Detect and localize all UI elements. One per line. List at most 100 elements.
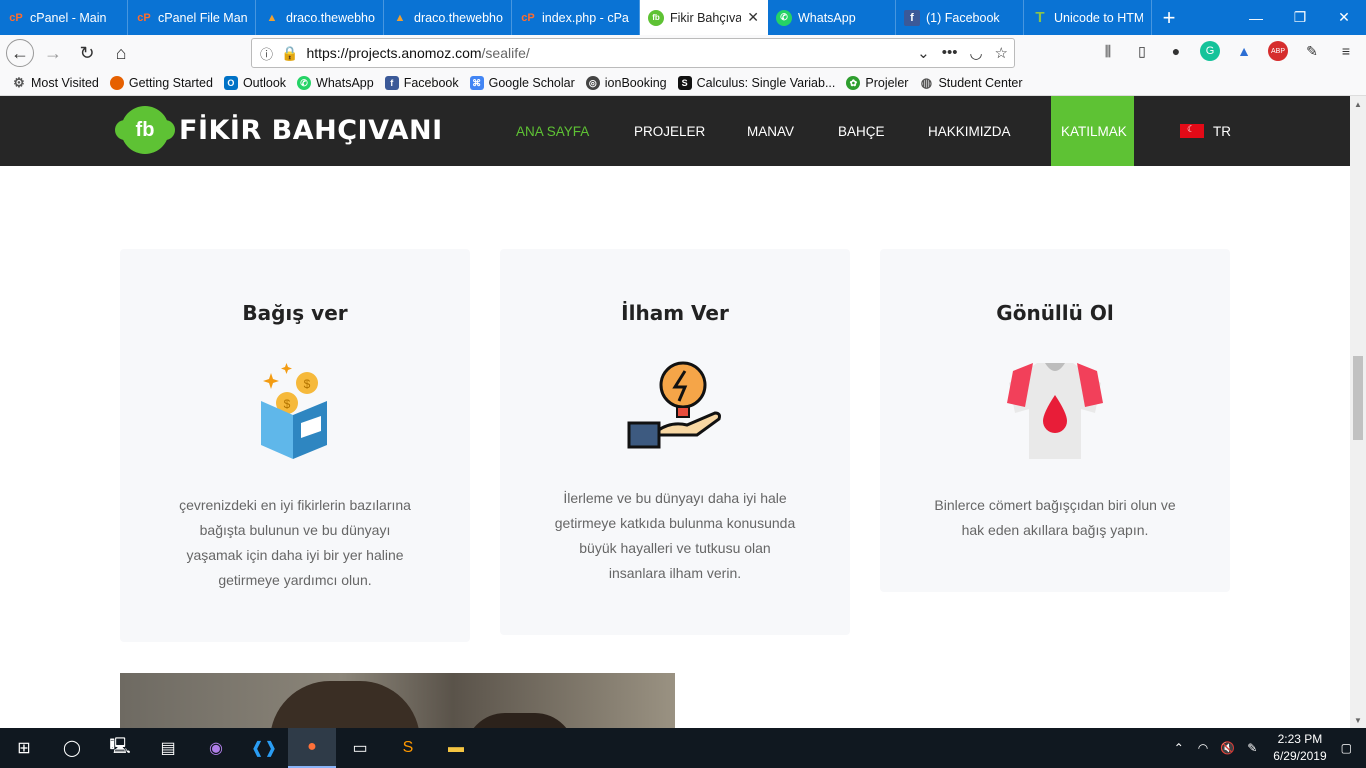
scroll-down-arrow-icon[interactable]: ▼ (1350, 712, 1366, 728)
scholar-icon: ⌘ (469, 76, 484, 90)
main-navigation: ANA SAYFA PROJELER MANAV BAHÇE HAKKIMIZD… (0, 96, 1350, 166)
paint-icon[interactable]: ✎ (1302, 41, 1322, 61)
whatsapp-icon: ✆ (776, 9, 792, 26)
nav-ana-sayfa[interactable]: ANA SAYFA (516, 96, 589, 166)
bookmark-whatsapp[interactable]: ✆ WhatsApp (297, 76, 374, 90)
nav-projeler[interactable]: PROJELER (634, 96, 705, 166)
card-gonullu-ol: Gönüllü Ol Binlerce cömert bağışçıdan bi… (880, 249, 1230, 592)
bookmark-google-scholar[interactable]: ⌘ Google Scholar (469, 76, 575, 90)
grammarly-icon[interactable]: G (1200, 41, 1220, 61)
lock-icon: 🔒 (281, 44, 299, 61)
minimize-button[interactable]: — (1234, 0, 1278, 35)
close-window-button[interactable]: ✕ (1322, 0, 1366, 35)
clock[interactable]: 2:23 PM 6/29/2019 (1273, 731, 1326, 765)
windows-taskbar: ⊞ ◯ 🖳 ▤ ◉ ❰❱ ● ▭ S ▬ ⌃ ◠ 🔇 ✎ 2:23 PM 6/2… (0, 728, 1366, 768)
card-title: Bağış ver (242, 301, 348, 325)
site-header: fb FİKİR BAHÇIVANI ANA SAYFA PROJELER MA… (0, 96, 1350, 166)
volume-muted-icon[interactable]: 🔇 (1220, 741, 1235, 755)
nav-hakkimizda[interactable]: HAKKIMIZDA (928, 96, 1011, 166)
menu-icon[interactable]: ≡ (1336, 41, 1356, 61)
windows-start-icon[interactable]: ⊞ (0, 728, 48, 768)
firefox-taskbar-icon[interactable]: ● (288, 728, 336, 768)
bookmark-outlook[interactable]: O Outlook (223, 76, 286, 90)
scrollbar-thumb[interactable] (1353, 356, 1363, 440)
extension-hat-icon[interactable]: ▲ (1234, 41, 1254, 61)
library-icon[interactable]: ⫼ (1098, 41, 1118, 61)
browser-navigation-bar: ← → ↻ ⌂ ⓘ 🔒 https://projects.anomoz.com /… (0, 35, 1366, 71)
url-host: https://projects.anomoz.com (306, 45, 482, 61)
window-controls: — ❐ ✕ (1234, 0, 1366, 35)
restore-button[interactable]: ❐ (1278, 0, 1322, 35)
bookmark-star-icon[interactable]: ☆ (995, 44, 1008, 62)
vscode-icon[interactable]: ❰❱ (240, 728, 288, 768)
volunteers-photo (120, 673, 675, 728)
card-title: İlham Ver (621, 301, 729, 325)
idea-bulb-hand-icon (627, 361, 723, 453)
forward-button[interactable]: → (38, 38, 68, 68)
page-viewport: fb FİKİR BAHÇIVANI ANA SAYFA PROJELER MA… (0, 96, 1350, 728)
tab-whatsapp[interactable]: ✆ WhatsApp (768, 0, 896, 35)
tab-cpanel-file-manager[interactable]: cP cPanel File Mana (128, 0, 256, 35)
turkey-flag-icon (1180, 124, 1204, 138)
address-bar[interactable]: ⓘ 🔒 https://projects.anomoz.com/sealife/… (251, 38, 1015, 68)
back-button[interactable]: ← (6, 39, 34, 67)
tab-index-php[interactable]: cP index.php - cPa (512, 0, 640, 35)
card-description: İlerleme ve bu dünyayı daha iyi hale get… (554, 490, 796, 581)
tab-unicode-to-html[interactable]: T Unicode to HTM (1024, 0, 1152, 35)
system-tray: ⌃ ◠ 🔇 ✎ 2:23 PM 6/29/2019 ▢ (1166, 728, 1366, 768)
account-icon[interactable]: ● (1166, 41, 1186, 61)
sidebar-icon[interactable]: ▯ (1132, 41, 1152, 61)
nav-katilmak-button[interactable]: KATILMAK (1051, 96, 1134, 166)
page-scrollbar[interactable]: ▲ ▼ (1350, 96, 1366, 728)
url-path: /sealife/ (481, 45, 530, 61)
reload-button[interactable]: ↻ (72, 38, 102, 68)
tab-facebook[interactable]: f (1) Facebook (896, 0, 1024, 35)
tab-draco-2[interactable]: ▲ draco.thewebho (384, 0, 512, 35)
page-actions-icon[interactable]: ••• (942, 44, 958, 62)
tab-cpanel-main[interactable]: cP cPanel - Main (0, 0, 128, 35)
card-description: çevrenizdeki en iyi fikirlerin bazıların… (179, 497, 411, 588)
unicode-icon: T (1035, 9, 1045, 26)
bookmark-student-center[interactable]: ◍ Student Center (919, 75, 1023, 90)
language-selector[interactable]: TR (1180, 96, 1231, 166)
bookmark-facebook[interactable]: f Facebook (384, 76, 459, 90)
chevron-up-icon[interactable]: ⌃ (1174, 741, 1184, 755)
cortana-search-icon[interactable]: ◯ (48, 728, 96, 768)
wifi-icon[interactable]: ◠ (1198, 741, 1208, 755)
info-icon[interactable]: ⓘ (260, 44, 273, 63)
tab-fikir-bahcivani[interactable]: fb Fikir Bahçıvan ✕ (640, 0, 768, 35)
close-tab-icon[interactable]: ✕ (747, 9, 759, 26)
draco-icon: ▲ (394, 11, 406, 24)
control-panel-icon[interactable]: ▤ (144, 728, 192, 768)
card-description: Binlerce cömert bağışçıdan biri olun ve … (934, 497, 1176, 538)
bookmark-getting-started[interactable]: Getting Started (109, 76, 213, 90)
bookmark-ionbooking[interactable]: ◎ ionBooking (585, 76, 667, 90)
nav-manav[interactable]: MANAV (747, 96, 794, 166)
browser-tab-strip: cP cPanel - Main cP cPanel File Mana ▲ d… (0, 0, 1366, 35)
github-desktop-icon[interactable]: ◉ (192, 728, 240, 768)
pen-icon[interactable]: ✎ (1247, 741, 1257, 755)
adblock-icon[interactable]: ABP (1268, 41, 1288, 61)
svg-text:$: $ (284, 397, 291, 411)
fikir-icon: fb (648, 9, 664, 26)
tab-draco-1[interactable]: ▲ draco.thewebho (256, 0, 384, 35)
bookmark-projeler[interactable]: ✿ Projeler (846, 76, 908, 90)
file-explorer-icon[interactable]: ▬ (432, 728, 480, 768)
bookmark-most-visited[interactable]: ⚙ Most Visited (12, 75, 99, 90)
cpanel-icon: cP (137, 11, 151, 24)
computer-app-icon[interactable]: 🖳 (96, 728, 144, 768)
chevron-down-icon[interactable]: ⌄ (917, 44, 930, 62)
facebook-icon: f (904, 9, 920, 26)
notifications-icon[interactable]: ▢ (1341, 741, 1352, 755)
firefox-icon (109, 76, 124, 90)
pocket-icon[interactable]: ◡ (969, 44, 982, 62)
ion-icon: ◎ (585, 76, 600, 90)
nav-bahce[interactable]: BAHÇE (838, 96, 885, 166)
sublime-text-icon[interactable]: S (384, 728, 432, 768)
home-button[interactable]: ⌂ (106, 38, 136, 68)
scroll-up-arrow-icon[interactable]: ▲ (1350, 96, 1366, 112)
bookmark-calculus[interactable]: S Calculus: Single Variab... (677, 76, 835, 90)
facebook-icon: f (384, 76, 399, 90)
new-tab-button[interactable]: + (1152, 0, 1186, 35)
terminal-icon[interactable]: ▭ (336, 728, 384, 768)
